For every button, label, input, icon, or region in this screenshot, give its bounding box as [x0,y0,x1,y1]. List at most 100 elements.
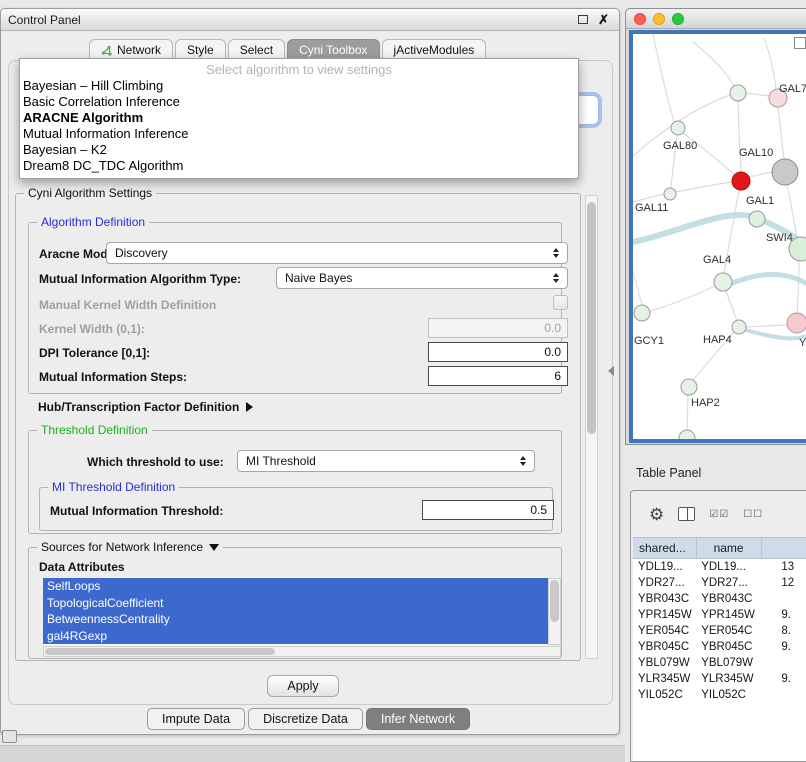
column-header[interactable]: name [697,538,762,558]
table-row[interactable]: YDR27...YDR27...12 [633,575,806,591]
control-panel-titlebar[interactable]: Control Panel ✗ [1,9,619,31]
algorithm-option[interactable]: ARACNE Algorithm [20,110,578,126]
gear-icon[interactable]: ⚙ [649,506,664,523]
table-row[interactable]: YBL079WYBL079W [633,655,806,671]
algorithm-option[interactable]: Bayesian – K2 [20,142,578,158]
table-cell: 9. [761,609,806,621]
network-node[interactable] [732,320,746,334]
table-row[interactable]: YIL052CYIL052C [633,687,806,703]
collapsed-panel-icon[interactable] [2,730,17,743]
table-row[interactable]: YER054CYER054C8. [633,623,806,639]
attribute-item[interactable]: BetweennessCentrality [43,611,548,628]
network-node[interactable] [671,121,685,135]
network-tab-icon [101,45,112,56]
close-icon[interactable]: ✗ [598,15,609,25]
column-header[interactable]: shared... [633,538,697,558]
network-node[interactable] [772,159,798,185]
data-attributes-list[interactable]: SelfLoopsTopologicalCoefficientBetweenne… [43,578,548,645]
attribute-item[interactable]: TopologicalCoefficient [43,595,548,612]
tab-label: Select [240,43,273,57]
select-all-checkboxes-icon[interactable]: ☑☑ [709,509,729,520]
network-node[interactable] [732,172,750,190]
network-node[interactable] [681,379,697,395]
sources-expander[interactable]: Sources for Network Inference [37,540,223,554]
attribute-item[interactable]: gal4RGexp [43,628,548,645]
mi-algorithm-type-combobox[interactable]: Naive Bayes [276,267,568,289]
hub-transcription-expander[interactable]: Hub/Transcription Factor Definition [38,400,253,414]
network-node[interactable] [679,430,695,439]
column-header[interactable] [762,538,806,558]
table-row[interactable]: YPR145WYPR145W9. [633,607,806,623]
table-cell: YLR345W [696,673,761,685]
network-canvas[interactable]: GAL7GAL80GAL10GAL11GAL1SWI4GAL4GCY1HAP4Y… [633,34,806,439]
tab-label: Infer Network [381,712,455,726]
tab-label: Impute Data [162,712,230,726]
table-row[interactable]: YBR045CYBR045C9. [633,639,806,655]
close-traffic-light[interactable] [634,13,646,25]
network-window-titlebar[interactable] [626,9,806,29]
network-node[interactable] [787,313,806,333]
tab-infer-network[interactable]: Infer Network [366,708,470,730]
field-value: 0.0 [544,345,561,359]
table-cell: YBR043C [633,593,696,605]
algorithm-option[interactable]: Bayesian – Hill Climbing [20,78,578,94]
network-svg[interactable]: GAL7GAL80GAL10GAL11GAL1SWI4GAL4GCY1HAP4Y… [633,34,806,439]
chevron-right-icon [246,402,253,412]
network-edge [746,93,769,96]
table-cell: YPR145W [633,609,696,621]
chevron-down-icon [209,544,219,551]
network-node[interactable] [634,305,650,321]
algorithm-option[interactable]: Basic Correlation Inference [20,94,578,110]
node-label: GAL11 [635,202,668,214]
network-node[interactable] [664,188,676,200]
minimize-traffic-light[interactable] [653,13,665,25]
table-row[interactable]: YLR345WYLR345W9. [633,671,806,687]
dpi-tolerance-field[interactable]: 0.0 [428,342,568,362]
attributes-vertical-scrollbar[interactable] [548,578,561,645]
table-row[interactable]: YDL19...YDL19...13 [633,559,806,575]
panel-collapse-arrow-icon[interactable] [608,366,614,376]
table-body: YDL19...YDL19...13YDR27...YDR27...12YBR0… [633,559,806,761]
node-label: GAL10 [739,147,773,159]
tab-label: Style [187,43,214,57]
network-node[interactable] [714,273,732,291]
network-edge [778,107,784,160]
mi-steps-field[interactable]: 6 [428,366,568,386]
attributes-horizontal-scrollbar[interactable] [43,646,561,657]
apply-button[interactable]: Apply [267,675,339,697]
canvas-corner-box[interactable] [794,37,806,49]
table-cell: YDL19... [633,561,696,573]
network-view-window: GAL7GAL80GAL10GAL11GAL1SWI4GAL4GCY1HAP4Y… [625,8,806,445]
network-edge [764,38,776,89]
network-edge [650,286,715,311]
network-node[interactable] [730,85,746,101]
network-node[interactable] [749,211,765,227]
node-label: GAL7 [779,83,806,95]
float-window-icon[interactable] [578,15,588,24]
table-cell: YIL052C [696,689,761,701]
attribute-item[interactable]: SelfLoops [43,578,548,595]
table-row[interactable]: YBR043CYBR043C [633,591,806,607]
tab-impute-data[interactable]: Impute Data [147,708,245,730]
deselect-all-checkboxes-icon[interactable]: ☐☐ [743,509,763,520]
node-label: GAL4 [703,254,731,266]
network-edge [633,272,642,305]
node-label: Y [799,337,806,349]
zoom-traffic-light[interactable] [672,13,684,25]
group-title: Cyni Algorithm Settings [24,186,156,200]
algorithm-option[interactable]: Mutual Information Inference [20,126,578,142]
aracne-mode-combobox[interactable]: Discovery [106,242,568,264]
which-threshold-combobox[interactable]: MI Threshold [237,450,535,472]
table-cell: YIL052C [633,689,696,701]
columns-icon[interactable] [678,507,695,521]
network-edge [730,274,806,286]
network-edge [726,291,737,320]
mi-threshold-field[interactable]: 0.5 [422,500,554,520]
settings-scrollbar[interactable] [585,195,598,659]
manual-kernel-width-checkbox[interactable] [553,295,568,310]
kernel-width-field[interactable]: 0.0 [428,318,568,338]
tab-label: jActiveModules [394,43,475,57]
tab-discretize-data[interactable]: Discretize Data [248,708,363,730]
algorithm-option[interactable]: Dream8 DC_TDC Algorithm [20,158,578,174]
bottom-strip [0,745,625,762]
